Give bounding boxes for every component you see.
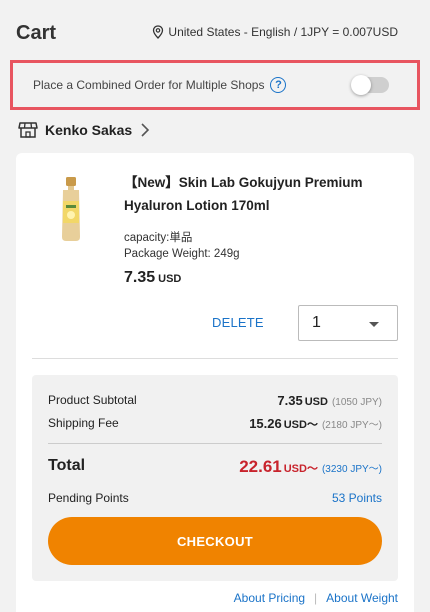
product-capacity: capacity:単品	[124, 232, 193, 244]
product-name[interactable]: 【New】Skin Lab Gokujyun Premium Hyaluron …	[124, 171, 394, 217]
shipping-jpy: (2180 JPY～)	[321, 420, 382, 431]
link-separator: |	[314, 591, 318, 605]
product-price-value: 7.35	[124, 269, 156, 286]
total-jpy: (3230 JPY～)	[321, 464, 382, 475]
caret-down-icon	[369, 322, 379, 327]
product-weight: Package Weight: 249g	[124, 248, 240, 260]
chevron-right-icon	[141, 123, 150, 137]
total-unit: USD～	[283, 463, 318, 475]
shipping-usd: 15.26	[249, 416, 282, 431]
product-image[interactable]	[60, 177, 82, 241]
subtotal-label: Product Subtotal	[48, 393, 137, 407]
shop-link[interactable]: Kenko Sakas	[18, 121, 150, 139]
order-summary: Product Subtotal 7.35 USD (1050 JPY) Shipp…	[32, 375, 398, 581]
cart-item-card: 【New】Skin Lab Gokujyun Premium Hyaluron …	[16, 153, 414, 612]
locale-selector[interactable]: United States - English / 1JPY = 0.007US…	[151, 25, 398, 39]
toggle-knob	[351, 75, 371, 95]
combined-order-label: Place a Combined Order for Multiple Shop…	[33, 78, 265, 92]
help-icon[interactable]: ?	[270, 77, 287, 93]
delete-button[interactable]: DELETE	[212, 315, 264, 330]
points-value[interactable]: 53 Points	[332, 491, 382, 505]
page-title: Cart	[16, 22, 57, 44]
page-header: Cart United States - English / 1JPY = 0.…	[0, 0, 430, 60]
about-weight-link[interactable]: About Weight	[326, 591, 398, 605]
points-label: Pending Points	[48, 491, 129, 505]
location-pin-icon	[153, 25, 164, 39]
combined-order-banner: Place a Combined Order for Multiple Shop…	[10, 60, 420, 110]
combined-order-toggle[interactable]	[351, 75, 389, 95]
total-label: Total	[48, 457, 86, 474]
shipping-unit: USD～	[283, 419, 318, 431]
shop-name: Kenko Sakas	[45, 122, 133, 138]
store-icon	[18, 122, 38, 138]
locale-text: United States - English / 1JPY = 0.007US…	[168, 25, 398, 39]
summary-divider	[48, 443, 382, 444]
product-price: 7.35 USD	[124, 269, 181, 287]
divider	[32, 358, 398, 359]
quantity-select[interactable]: 1	[298, 305, 398, 341]
about-pricing-link[interactable]: About Pricing	[234, 591, 305, 605]
shipping-label: Shipping Fee	[48, 416, 119, 430]
subtotal-jpy: (1050 JPY)	[331, 397, 382, 408]
checkout-button[interactable]: CHECKOUT	[48, 517, 382, 565]
total-usd: 22.61	[239, 457, 282, 476]
subtotal-unit: USD	[304, 396, 328, 408]
footer-links: About Pricing | About Weight	[234, 591, 398, 605]
quantity-value: 1	[312, 314, 321, 331]
subtotal-usd: 7.35	[277, 393, 303, 408]
product-price-unit: USD	[158, 273, 182, 285]
